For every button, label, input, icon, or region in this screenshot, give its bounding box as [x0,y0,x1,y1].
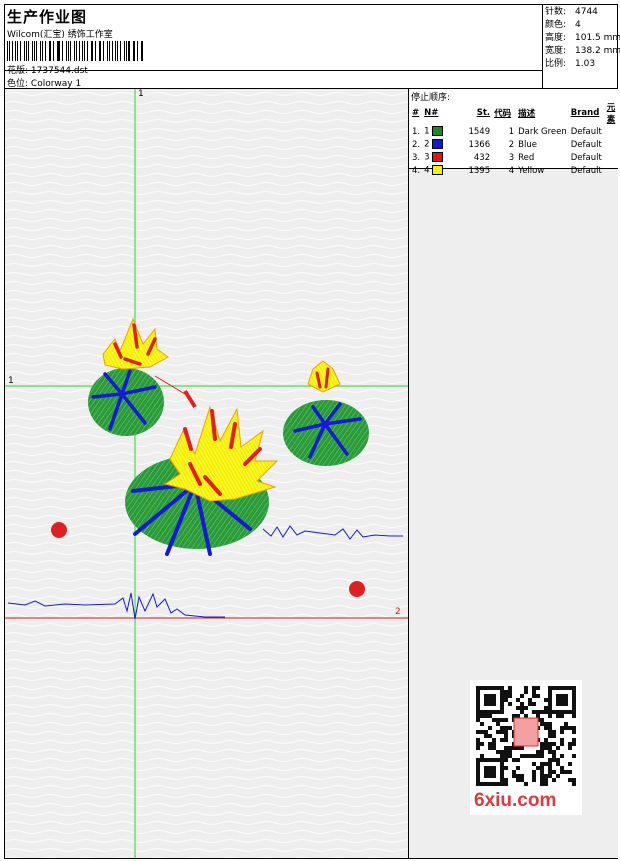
row-index: 3. [412,152,421,163]
header: 生产作业图 Wilcom(汇宝) 绣饰工作室 花版: 1737544.dst 色… [4,4,542,89]
row-code: 1 [508,126,515,137]
col-stitches: St. [476,108,491,118]
barcode [7,41,145,61]
row-index: 1. [412,126,421,137]
red-dot-left [51,522,67,538]
col-index: # [412,108,420,118]
row-element [605,151,618,164]
row-number: 4 [422,164,452,177]
design-canvas[interactable]: 1 1 2 [5,89,408,858]
info-width: 宽度: 138.2 mm [545,46,620,56]
row-element [605,125,618,138]
row-number: 1 [422,125,452,138]
row-stitches: 432 [473,152,491,163]
row-element [605,164,618,177]
header-divider [4,70,542,71]
row-description: Red [518,152,535,163]
page-title: 生产作业图 [7,8,88,26]
info-color-count: 颜色: 4 [545,20,581,30]
row-number: 2 [422,138,452,151]
embroidery-preview [5,89,408,858]
row-brand: Default [570,152,602,163]
guide-label-top: 1 [138,89,144,99]
color-swatch [432,152,444,163]
row-stitches: 1395 [468,165,491,176]
qr-code-graphic [476,686,576,786]
row-brand: Default [570,126,602,137]
stop-sequence-panel: 停止顺序: # N# St. 代码 描述 Brand 元素 1. 1 1549 1 D… [409,89,618,176]
info-stitch-count: 针数: 4744 [545,7,598,17]
col-number: N# [424,108,439,118]
lily-pad-right [283,400,369,466]
guide-label-end: 2 [395,607,401,617]
row-description: Dark Green [518,126,567,137]
row-element [605,138,618,151]
row-brand: Default [570,165,602,176]
color-swatch [432,139,444,150]
design-label: 花版: [7,66,29,76]
row-code: 3 [508,152,515,163]
info-height: 高度: 101.5 mm [545,33,620,43]
row-code: 4 [508,165,515,176]
lily-pad-left [88,368,164,436]
info-scale: 比例: 1.03 [545,59,596,69]
row-description: Yellow [518,165,545,176]
table-row[interactable]: 4. 4 1395 4 Yellow Default [410,164,618,177]
color-swatch [432,126,444,137]
row-code: 2 [508,139,515,150]
table-row[interactable]: 1. 1 1549 1 Dark Green Default [410,125,618,138]
row-number: 3 [422,151,452,164]
stop-sequence-table: # N# St. 代码 描述 Brand 元素 1. 1 1549 1 Dark Gr… [410,101,618,177]
design-info: 针数: 4744 颜色: 4 高度: 101.5 mm 宽度: 138.2 mm 比例:… [542,4,620,88]
table-row[interactable]: 3. 3 432 3 Red Default [410,151,618,164]
watermark-site: 6xiu.com [474,790,557,811]
color-swatch [432,165,444,176]
table-header-row: # N# St. 代码 描述 Brand 元素 [410,101,618,125]
red-dot-right [349,581,365,597]
col-brand: Brand [570,108,600,118]
company-name: Wilcom(汇宝) 绣饰工作室 [7,30,113,40]
col-description: 描述 [518,109,536,119]
design-value: 1737544.dst [30,66,88,76]
row-index: 4. [412,165,421,176]
guide-label-left: 1 [8,376,14,386]
table-row[interactable]: 2. 2 1366 2 Blue Default [410,138,618,151]
row-stitches: 1366 [468,139,491,150]
row-index: 2. [412,139,421,150]
row-stitches: 1549 [468,126,491,137]
row-brand: Default [570,139,602,150]
row-description: Blue [518,139,537,150]
col-code: 代码 [494,109,512,119]
col-element: 元素 [606,103,616,125]
